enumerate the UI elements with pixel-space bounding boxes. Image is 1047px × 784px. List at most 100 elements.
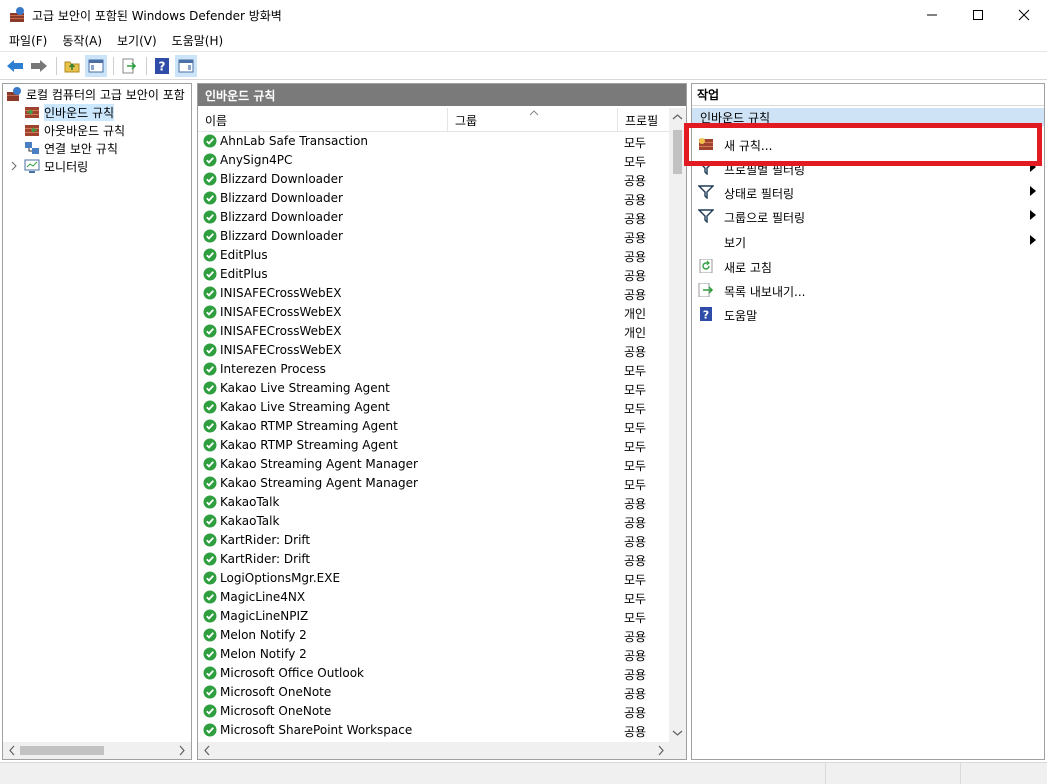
status-cell xyxy=(960,763,1047,784)
folder-up-icon xyxy=(64,61,80,73)
table-row[interactable]: EditPlus 공용 xyxy=(198,246,668,265)
action-help[interactable]: ? 도움말 xyxy=(692,302,1044,326)
table-row[interactable]: Kakao Streaming Agent Manager 모두 xyxy=(198,455,668,474)
rules-vertical-scrollbar[interactable] xyxy=(669,108,686,742)
table-row[interactable]: Kakao Live Streaming Agent 모두 xyxy=(198,398,668,417)
table-row[interactable]: KakaoTalk 공용 xyxy=(198,493,668,512)
table-row[interactable]: Blizzard Downloader 공용 xyxy=(198,170,668,189)
scrollbar-thumb[interactable] xyxy=(20,746,104,755)
scrollbar-thumb[interactable] xyxy=(673,130,682,174)
table-row[interactable]: Microsoft OneNote 공용 xyxy=(198,683,668,702)
enabled-check-icon xyxy=(203,628,217,642)
export-list-icon xyxy=(698,283,714,297)
console-tree-icon xyxy=(88,59,104,73)
tree-item-label: 아웃바운드 규칙 xyxy=(44,123,126,138)
enabled-check-icon xyxy=(203,400,217,414)
action-filter-by-group[interactable]: 그룹으로 필터링 xyxy=(692,204,1044,228)
tree-item-connection-security[interactable]: 연결 보안 규칙 xyxy=(24,139,118,157)
close-button[interactable] xyxy=(1001,0,1047,30)
rule-name: Blizzard Downloader xyxy=(220,191,343,205)
enabled-check-icon xyxy=(203,533,217,547)
table-row[interactable]: Kakao RTMP Streaming Agent 모두 xyxy=(198,417,668,436)
table-row[interactable]: Microsoft OneNote 공용 xyxy=(198,702,668,721)
tree-item-inbound-rules[interactable]: 인바운드 규칙 xyxy=(24,103,115,121)
enabled-check-icon xyxy=(203,609,217,623)
menu-action[interactable]: 동작(A) xyxy=(53,32,108,49)
rule-profile: 개인 xyxy=(624,326,647,340)
enabled-check-icon xyxy=(203,495,217,509)
table-row[interactable]: EditPlus 공용 xyxy=(198,265,668,284)
table-row[interactable]: Blizzard Downloader 공용 xyxy=(198,208,668,227)
refresh-icon xyxy=(699,259,713,273)
table-row[interactable]: Microsoft Office Outlook 공용 xyxy=(198,664,668,683)
rule-name: AhnLab Safe Transaction xyxy=(220,134,368,148)
help-icon: ? xyxy=(155,58,169,74)
enabled-check-icon xyxy=(203,419,217,433)
table-row[interactable]: Blizzard Downloader 공용 xyxy=(198,227,668,246)
action-label: 목록 내보내기... xyxy=(724,285,806,299)
back-button[interactable] xyxy=(4,55,26,77)
rule-profile: 공용 xyxy=(624,497,647,511)
enabled-check-icon xyxy=(203,666,217,680)
table-row[interactable]: INISAFECrossWebEX 개인 xyxy=(198,322,668,341)
tree-item-outbound-rules[interactable]: 아웃바운드 규칙 xyxy=(24,121,125,139)
enabled-check-icon xyxy=(203,286,217,300)
table-row[interactable]: INISAFECrossWebEX 공용 xyxy=(198,341,668,360)
table-row[interactable]: KartRider: Drift 공용 xyxy=(198,550,668,569)
menu-help[interactable]: 도움말(H) xyxy=(163,32,230,49)
table-row[interactable]: Microsoft SharePoint Workspace 공용 xyxy=(198,721,668,740)
action-view[interactable]: 보기 xyxy=(692,229,1044,253)
tree-root[interactable]: 로컬 컴퓨터의 고급 보안이 포함 xyxy=(6,85,185,103)
export-button[interactable] xyxy=(118,55,140,77)
tree-horizontal-scrollbar[interactable] xyxy=(3,742,191,759)
table-row[interactable]: MagicLine4NX 모두 xyxy=(198,588,668,607)
expand-chevron-icon[interactable] xyxy=(8,160,20,172)
action-label: 새로 고침 xyxy=(724,261,772,275)
table-row[interactable]: Kakao Streaming Agent Manager 모두 xyxy=(198,474,668,493)
table-row[interactable]: Kakao Live Streaming Agent 모두 xyxy=(198,379,668,398)
table-row[interactable]: Interezen Process 모두 xyxy=(198,360,668,379)
enabled-check-icon xyxy=(203,267,217,281)
minimize-button[interactable] xyxy=(909,0,955,30)
show-hide-tree-button[interactable] xyxy=(85,55,107,77)
maximize-button[interactable] xyxy=(955,0,1001,30)
table-row[interactable]: MagicLineNPIZ 모두 xyxy=(198,607,668,626)
menu-file[interactable]: 파일(F) xyxy=(0,32,53,49)
show-hide-action-pane-button[interactable] xyxy=(175,55,197,77)
table-row[interactable]: LogiOptionsMgr.EXE 모두 xyxy=(198,569,668,588)
column-header-group[interactable]: 그룹 xyxy=(448,108,618,132)
rule-profile: 모두 xyxy=(624,421,647,435)
scroll-up-icon[interactable] xyxy=(669,110,686,124)
table-row[interactable]: KakaoTalk 공용 xyxy=(198,512,668,531)
table-row[interactable]: Melon Notify 2 공용 xyxy=(198,645,668,664)
table-row[interactable]: INISAFECrossWebEX 공용 xyxy=(198,284,668,303)
help-button[interactable]: ? xyxy=(151,55,173,77)
table-row[interactable]: Kakao RTMP Streaming Agent 모두 xyxy=(198,436,668,455)
table-row[interactable]: KartRider: Drift 공용 xyxy=(198,531,668,550)
action-refresh[interactable]: 새로 고침 xyxy=(692,254,1044,278)
scroll-left-icon[interactable] xyxy=(200,742,214,759)
scroll-right-icon[interactable] xyxy=(654,742,668,759)
menu-view[interactable]: 보기(V) xyxy=(108,32,163,49)
tree-item-monitoring[interactable]: 모니터링 xyxy=(8,157,88,175)
column-header-name[interactable]: 이름 xyxy=(198,108,448,132)
table-row[interactable]: AnySign4PC 모두 xyxy=(198,151,668,170)
rule-name: Kakao RTMP Streaming Agent xyxy=(220,419,398,433)
filter-icon xyxy=(698,209,714,223)
rules-horizontal-scrollbar[interactable] xyxy=(198,742,686,759)
table-row[interactable]: Melon Notify 2 공용 xyxy=(198,626,668,645)
table-row[interactable]: Blizzard Downloader 공용 xyxy=(198,189,668,208)
scroll-right-icon[interactable] xyxy=(175,742,189,759)
scroll-down-icon[interactable] xyxy=(669,726,686,740)
enabled-check-icon xyxy=(203,514,217,528)
submenu-arrow-icon xyxy=(1030,210,1036,220)
table-row[interactable]: INISAFECrossWebEX 개인 xyxy=(198,303,668,322)
rule-name: Microsoft OneNote xyxy=(220,685,332,699)
scroll-left-icon[interactable] xyxy=(5,742,19,759)
action-pane-icon xyxy=(178,59,194,73)
action-export-list[interactable]: 목록 내보내기... xyxy=(692,278,1044,302)
table-row[interactable]: AhnLab Safe Transaction 모두 xyxy=(198,132,668,151)
up-folder-button[interactable] xyxy=(61,55,83,77)
action-filter-by-state[interactable]: 상태로 필터링 xyxy=(692,180,1044,204)
forward-button[interactable] xyxy=(28,55,50,77)
